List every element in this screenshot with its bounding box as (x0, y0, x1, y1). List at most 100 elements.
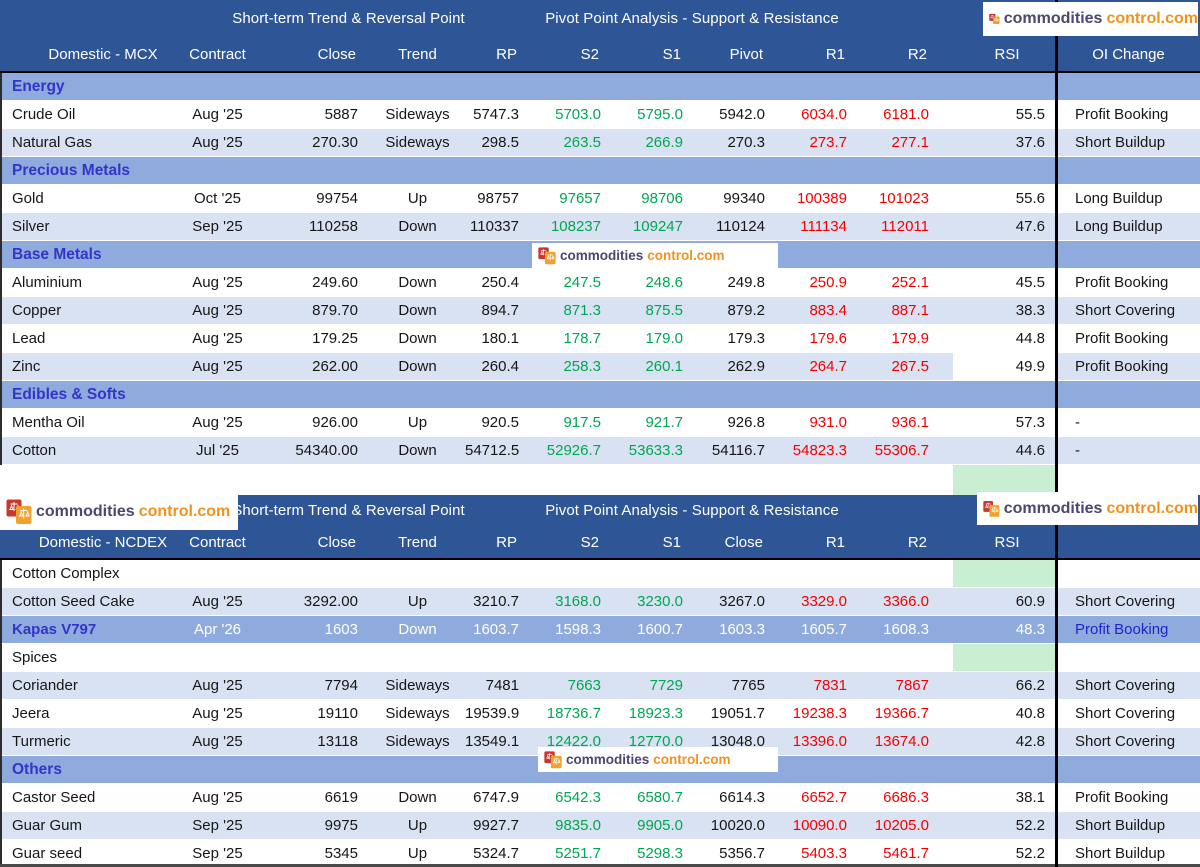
table-row-jeera: Jeera Aug '25 19110 Sideways 19539.9 18736.7 1… (0, 700, 1200, 728)
cell-r1: 1605.7 (801, 621, 847, 638)
cell-r2: 252.1 (891, 274, 929, 291)
cell-commodity: Castor Seed (12, 789, 96, 806)
cell-r2: 3366.0 (883, 593, 929, 610)
section-label: Energy (12, 78, 65, 95)
cell-s2: 9835.0 (555, 817, 601, 834)
cell-r2: 13674.0 (874, 733, 929, 750)
cell-close: 3292.00 (303, 593, 358, 610)
cell-s1: 109247 (632, 218, 683, 235)
cell-contract: Aug '25 (192, 593, 243, 610)
cell-rsi: 44.8 (1015, 330, 1045, 347)
col-header-trend: Trend (398, 534, 437, 551)
col-header-rsi: RSI (994, 534, 1020, 551)
cell-r1: 883.4 (809, 302, 847, 319)
cell-close: 110258 (309, 218, 358, 235)
logo-text-commodities: commodities (36, 503, 135, 520)
mcx-table-body: Energy Crude Oil Aug '25 5887 Sideways 5747.3… (0, 73, 1200, 495)
cell-oi-change (1057, 241, 1200, 268)
table-row-guar-seed: Guar seed Sep '25 5345 Up 5324.7 5251.7 5298.3… (0, 840, 1200, 867)
col-header-commodity: Domestic - MCX (48, 46, 158, 63)
cell-contract: Aug '25 (192, 302, 243, 319)
table-row-gold: Gold Oct '25 99754 Up 98757 97657 98706 99340 10… (0, 185, 1200, 213)
cell-s2: 18736.7 (546, 705, 601, 722)
cell-s2: 178.7 (563, 330, 601, 347)
section-row-precious-metals: Precious Metals (0, 157, 1200, 185)
cell-rp: 250.4 (481, 274, 519, 291)
cell-oi-change: Short Covering (1075, 677, 1176, 694)
table-row-copper: Copper Aug '25 879.70 Down 894.7 871.3 875.5 87… (0, 297, 1200, 325)
cell-s2: 3168.0 (555, 593, 601, 610)
cell-rsi (937, 73, 1057, 100)
cell-rp: 54712.5 (465, 442, 520, 459)
table-left-border (0, 560, 2, 864)
cell-s1: 53633.3 (628, 442, 683, 459)
cell-rsi: 38.1 (1015, 789, 1045, 806)
col-header-s2: S2 (580, 534, 599, 551)
cell-commodity: Cotton (12, 442, 57, 459)
col-header-close: Close (317, 46, 356, 63)
cell-contract: Aug '25 (192, 134, 243, 151)
logo-text-commodities: commodities (1003, 499, 1103, 517)
cell-close: 7794 (324, 677, 358, 694)
cell-contract: Jul '25 (196, 442, 239, 459)
cell-s1: 248.6 (645, 274, 683, 291)
cell-contract: Aug '25 (192, 358, 243, 375)
scales-icon (538, 246, 556, 264)
commoditiescontrol-watermark: commodities control.com (977, 492, 1198, 525)
commoditiescontrol-watermark: commodities control.com (0, 494, 238, 530)
section-label: Others (12, 761, 62, 778)
cell-s2: 1598.3 (555, 621, 601, 638)
cell-close: 99754 (316, 190, 358, 207)
cell-trend: Up (407, 845, 428, 862)
cell-pivot: 7765 (731, 677, 765, 694)
ncdex-column-header-row: Domestic - NCDEX Contract Close Trend RP S2 S1… (0, 527, 1200, 558)
col-header-commodity: Domestic - NCDEX (38, 534, 168, 551)
cell-rsi (937, 381, 1057, 408)
pivot-section-title: Pivot Point Analysis - Support & Resista… (545, 502, 839, 519)
cell-r1: 7831 (813, 677, 847, 694)
cell-commodity: Cotton Seed Cake (12, 593, 135, 610)
section-label (0, 465, 937, 495)
cell-rsi (937, 241, 1057, 268)
cell-r2: 19366.7 (874, 705, 929, 722)
cell-oi-change (1057, 381, 1200, 408)
cell-r2: 179.9 (891, 330, 929, 347)
cell-trend: Down (398, 330, 437, 347)
cell-oi-change: Profit Booking (1075, 106, 1169, 123)
section-label: Precious Metals (12, 162, 131, 179)
col-header-close: Close (317, 534, 356, 551)
cell-s1: 1600.7 (637, 621, 683, 638)
cell-pivot: 110124 (716, 218, 765, 235)
col-header-rsi: RSI (994, 46, 1020, 63)
cell-s1: 179.0 (645, 330, 683, 347)
cell-rsi: 42.8 (1015, 733, 1045, 750)
cell-trend: Down (398, 218, 437, 235)
cell-rp: 13549.1 (465, 733, 520, 750)
cell-r2: 101023 (878, 190, 929, 207)
table-row-castor-seed: Castor Seed Aug '25 6619 Down 6747.9 6542.3 65… (0, 784, 1200, 812)
cell-pivot: 5356.7 (719, 845, 765, 862)
cell-oi-change: Profit Booking (1075, 358, 1169, 375)
cell-pivot: 262.9 (727, 358, 765, 375)
cell-rp: 9927.7 (473, 817, 519, 834)
cell-trend: Sideways (385, 677, 450, 694)
cell-r1: 19238.3 (792, 705, 847, 722)
cell-commodity: Crude Oil (12, 106, 76, 123)
cell-rsi: 38.3 (1015, 302, 1045, 319)
cell-rp: 6747.9 (473, 789, 519, 806)
table-row-cotton: Cotton Jul '25 54340.00 Down 54712.5 52926.7 5… (0, 437, 1200, 465)
cell-commodity: Lead (12, 330, 46, 347)
table-row-guar-gum: Guar Gum Sep '25 9975 Up 9927.7 9835.0 9905.0 1… (0, 812, 1200, 840)
cell-trend: Sideways (385, 733, 450, 750)
cell-pivot: 19051.7 (710, 705, 765, 722)
cell-s1: 18923.3 (628, 705, 683, 722)
cell-oi-change: - (1075, 442, 1080, 459)
col-header-s1: S1 (662, 46, 681, 63)
cell-close: 5345 (324, 845, 358, 862)
cell-oi-change: Profit Booking (1075, 330, 1169, 347)
cell-oi-change: Short Covering (1075, 593, 1176, 610)
cell-commodity: Copper (12, 302, 62, 319)
cell-s1: 266.9 (645, 134, 683, 151)
cell-rp: 5747.3 (473, 106, 519, 123)
cell-s1: 5795.0 (637, 106, 683, 123)
